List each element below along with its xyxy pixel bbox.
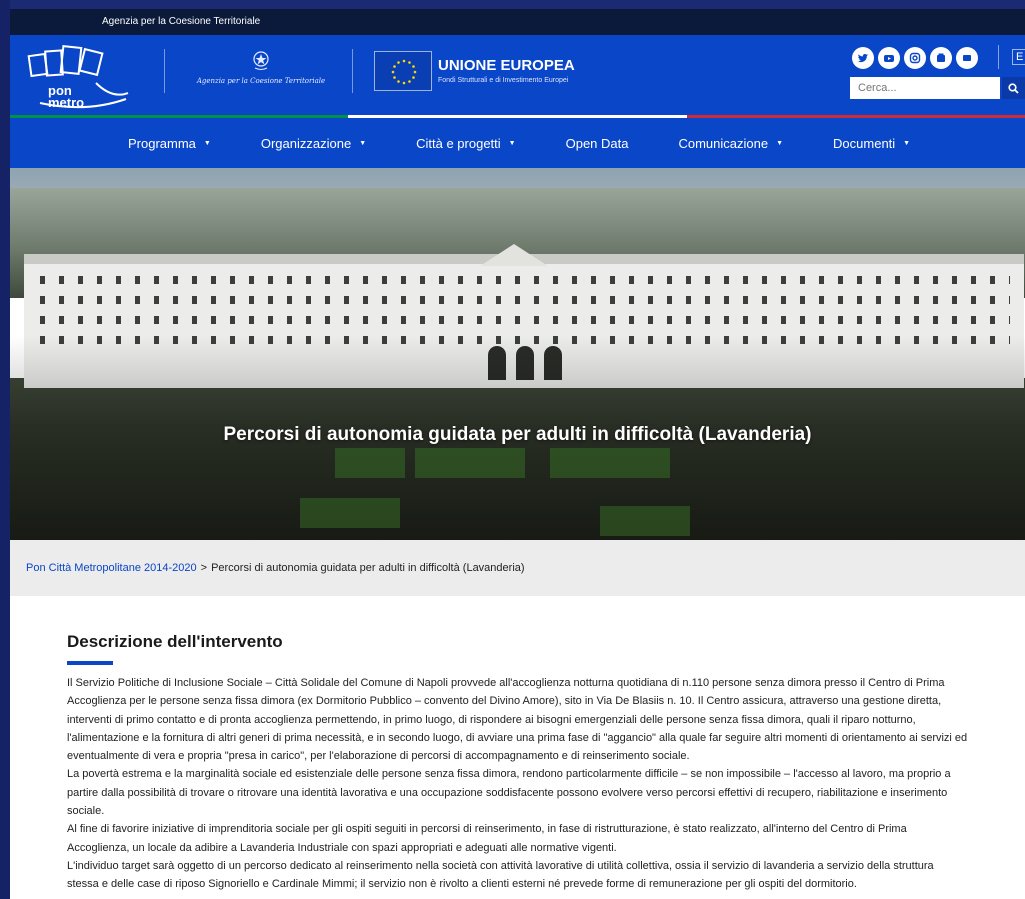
italian-emblem-icon [253, 51, 269, 70]
hero-overlay [10, 168, 1025, 540]
agency-link[interactable]: Agenzia per la Coesione Territoriale [102, 16, 260, 27]
social-links [852, 47, 978, 69]
caret-down-icon: ▼ [359, 139, 367, 147]
agency-name: Agenzia per la Coesione Territoriale [196, 77, 326, 85]
main-nav: Programma ▼ Organizzazione ▼ Città e proge… [10, 118, 1025, 168]
logo-word-metro: metro [48, 95, 85, 110]
header-divider [998, 45, 999, 69]
paragraph: L'individuo target sarà oggetto di un pe… [67, 859, 934, 891]
nav-item-comunicazione[interactable]: Comunicazione ▼ [678, 136, 783, 151]
breadcrumb: Pon Città Metropolitane 2014-2020 > Perc… [10, 540, 1025, 596]
page-title: Percorsi di autonomia guidata per adulti… [223, 424, 812, 445]
paragraph: Al fine di favorire iniziative di impren… [67, 823, 907, 854]
breadcrumb-separator: > [200, 562, 208, 574]
eu-subtitle: Fondi Strutturali e di Investimento Euro… [438, 77, 569, 84]
main-content: Descrizione dell'intervento Il Servizio … [10, 596, 1025, 894]
paragraph: La povertà estrema e la marginalità soci… [67, 768, 951, 818]
language-switcher[interactable]: E [1012, 49, 1025, 65]
twitter-icon[interactable] [852, 47, 874, 69]
top-bar: Agenzia per la Coesione Territoriale [10, 9, 1025, 35]
nav-label: Città e progetti [416, 135, 501, 151]
agency-coesione-logo[interactable]: Agenzia per la Coesione Territoriale [186, 49, 336, 97]
caret-down-icon: ▼ [776, 139, 784, 147]
contact-icon[interactable] [956, 47, 978, 69]
eu-title: UNIONE EUROPEA [438, 57, 575, 74]
window-frame-top [0, 0, 1025, 9]
flag-red [686, 115, 1025, 118]
breadcrumb-home-link[interactable]: Pon Città Metropolitane 2014-2020 [26, 562, 197, 574]
nav-item-citta-e-progetti[interactable]: Città e progetti ▼ [416, 136, 515, 151]
youtube-icon[interactable] [878, 47, 900, 69]
nav-label: Organizzazione [260, 135, 352, 151]
page: Agenzia per la Coesione Territoriale pon… [10, 9, 1025, 899]
logo-wordmark: pon metro [48, 84, 85, 110]
caret-down-icon: ▼ [903, 139, 911, 147]
title-underline [67, 661, 113, 665]
paragraph: Il Servizio Politiche di Inclusione Soci… [67, 677, 968, 763]
nav-item-open-data[interactable]: Open Data [566, 136, 629, 151]
header-divider [164, 49, 165, 93]
nav-item-documenti[interactable]: Documenti ▼ [833, 136, 910, 151]
flag-green [10, 115, 349, 118]
nav-label: Comunicazione [678, 135, 769, 151]
search-input[interactable] [850, 77, 1000, 99]
nav-label: Open Data [565, 135, 629, 151]
eu-flag-icon [374, 51, 432, 91]
hero-banner: Percorsi di autonomia guidata per adulti… [10, 168, 1025, 540]
site-header: pon metro Agenzia per la Coesione Territ… [10, 35, 1025, 115]
window-frame-left [0, 0, 10, 899]
nav-item-programma[interactable]: Programma ▼ [128, 136, 211, 151]
pon-metro-logo[interactable]: pon metro [26, 43, 130, 109]
eu-stars-icon [391, 59, 417, 85]
header-divider [352, 49, 353, 93]
caret-down-icon: ▼ [508, 139, 516, 147]
section-title: Descrizione dell'intervento [67, 632, 283, 651]
nav-label: Programma [128, 135, 196, 151]
nav-item-organizzazione[interactable]: Organizzazione ▼ [261, 136, 366, 151]
caret-down-icon: ▼ [203, 139, 211, 147]
search-icon [1008, 82, 1019, 94]
breadcrumb-current: Percorsi di autonomia guidata per adulti… [211, 562, 525, 574]
search-button[interactable] [1002, 77, 1025, 99]
nav-label: Documenti [833, 135, 896, 151]
instagram-icon[interactable] [904, 47, 926, 69]
flickr-icon[interactable] [930, 47, 952, 69]
flag-white [348, 115, 687, 118]
italian-flag-stripe [10, 115, 1025, 118]
